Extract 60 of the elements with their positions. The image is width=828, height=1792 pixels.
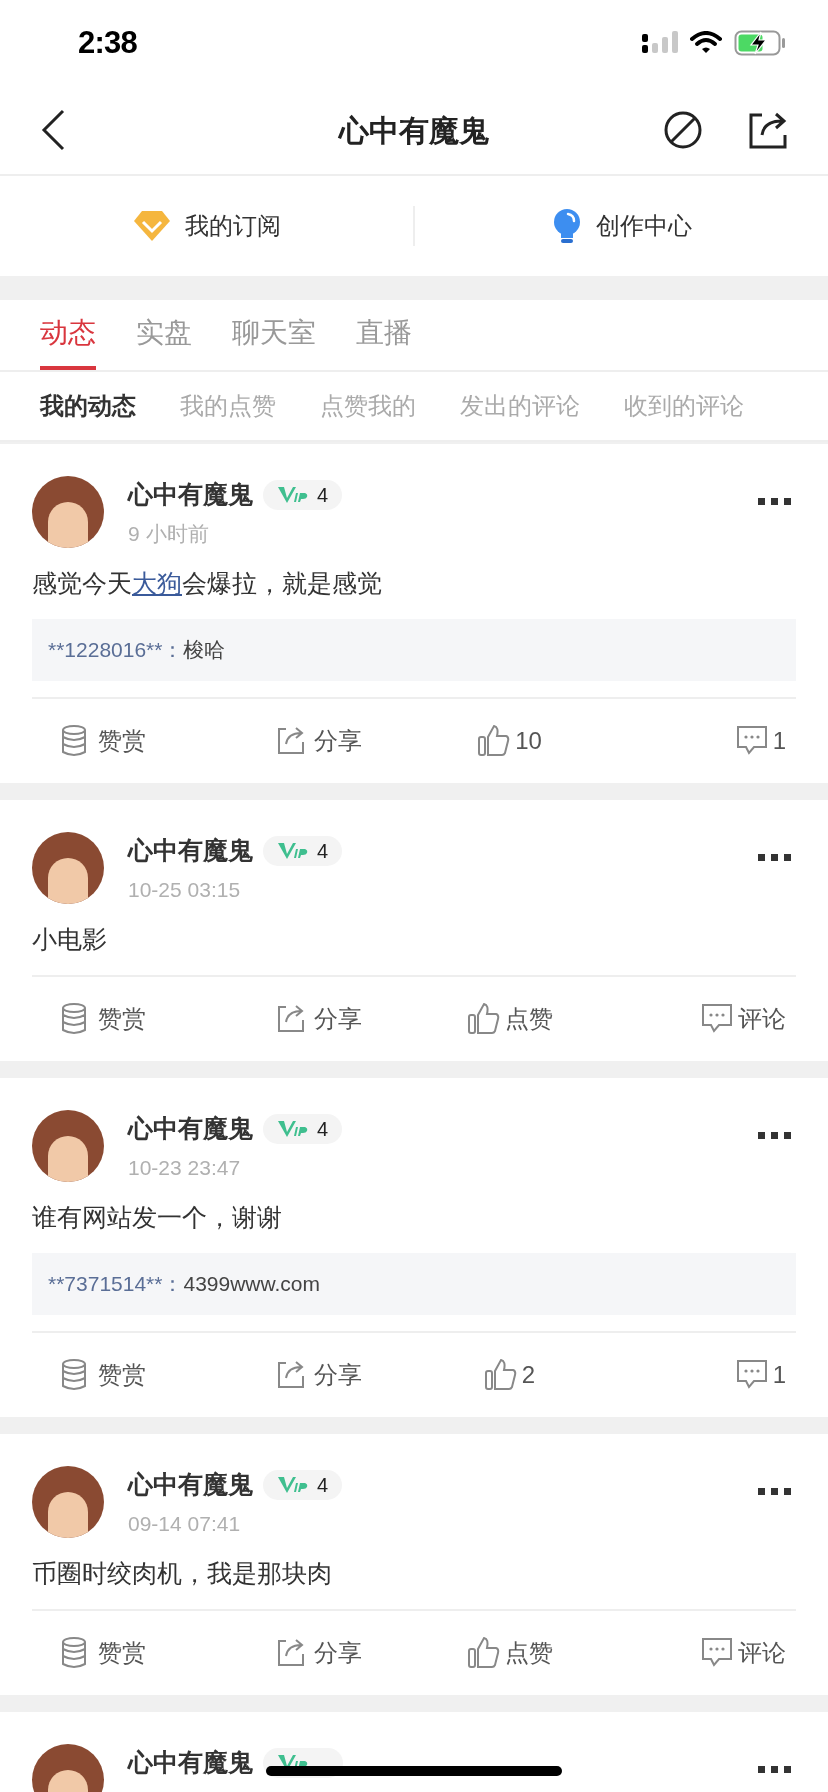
action-button[interactable]: 分享 [275, 1635, 362, 1671]
action-button[interactable]: 分享 [275, 723, 362, 759]
action-button[interactable]: 评论 [700, 1635, 786, 1671]
post-time: 09-14 07:41 [128, 1510, 242, 1537]
author-name: 心中有魔鬼 [128, 479, 253, 510]
vip-level: 4 [317, 482, 329, 508]
post-text: 小电影 [32, 924, 108, 955]
action-button[interactable]: 赞赏 [60, 1357, 146, 1393]
action-button[interactable]: 点赞 [466, 1001, 553, 1037]
diamond-icon [132, 209, 171, 243]
vip-level: 4 [317, 838, 329, 864]
author-name: 心中有魔鬼 [128, 1113, 253, 1144]
topic-link[interactable]: 大狗 [132, 569, 182, 597]
more-icon[interactable] [758, 1488, 792, 1496]
lightbulb-icon [551, 208, 582, 244]
action-button[interactable]: 1 [734, 723, 786, 759]
more-icon[interactable] [758, 1132, 792, 1140]
page-title: 心中有魔鬼 [339, 113, 489, 147]
battery-charging-icon [734, 30, 786, 56]
signal-icon [642, 31, 678, 55]
commenter-name: **1228016**： [48, 637, 184, 664]
quick-link[interactable]: 我的订阅 [132, 208, 281, 244]
status-time: 2:38 [78, 23, 137, 62]
back-icon[interactable] [40, 109, 66, 151]
action-button[interactable]: 2 [483, 1357, 536, 1393]
action-button[interactable]: 赞赏 [60, 1635, 146, 1671]
subtab[interactable]: 我的动态 [40, 388, 136, 424]
post-time: 9 小时前 [128, 520, 210, 547]
post-text: 感觉今天大狗会爆拉，就是感觉 [32, 568, 383, 599]
more-icon[interactable] [758, 854, 792, 862]
thumbs-up-icon [477, 724, 512, 758]
post-time: 10-25 03:15 [128, 876, 242, 903]
vip-level: 4 [317, 1472, 329, 1498]
action-button[interactable]: 赞赏 [60, 723, 146, 759]
block-icon[interactable] [664, 111, 702, 149]
post-text: 币圈时绞肉机，我是那块肉 [32, 1558, 333, 1589]
author-name: 心中有魔鬼 [128, 835, 253, 866]
author-name: 心中有魔鬼 [128, 1469, 253, 1500]
wifi-icon [690, 31, 722, 55]
action-button[interactable]: 1 [734, 1357, 786, 1393]
comment-text: 4399www.com [183, 1271, 320, 1298]
more-icon[interactable] [758, 1766, 792, 1774]
action-button[interactable]: 10 [477, 723, 542, 759]
post-time: 10-23 23:47 [128, 1154, 242, 1181]
post-text: 谁有网站发一个，谢谢 [32, 1202, 283, 1233]
author-name: 心中有魔鬼 [128, 1747, 253, 1778]
thumbs-up-icon [483, 1358, 518, 1392]
action-button[interactable]: 分享 [275, 1001, 362, 1037]
more-icon[interactable] [758, 498, 792, 506]
quick-link[interactable]: 创作中心 [551, 208, 692, 244]
thumbs-up-icon [466, 1002, 501, 1036]
action-button[interactable]: 分享 [275, 1357, 362, 1393]
comment-text: 梭哈 [183, 637, 226, 664]
action-button[interactable]: 评论 [700, 1001, 786, 1037]
action-button[interactable]: 点赞 [466, 1635, 553, 1671]
thumbs-up-icon [466, 1636, 501, 1670]
action-button[interactable]: 赞赏 [60, 1001, 146, 1037]
vip-level: 4 [317, 1116, 329, 1142]
commenter-name: **7371514**： [48, 1271, 184, 1298]
share-icon[interactable] [748, 111, 788, 149]
